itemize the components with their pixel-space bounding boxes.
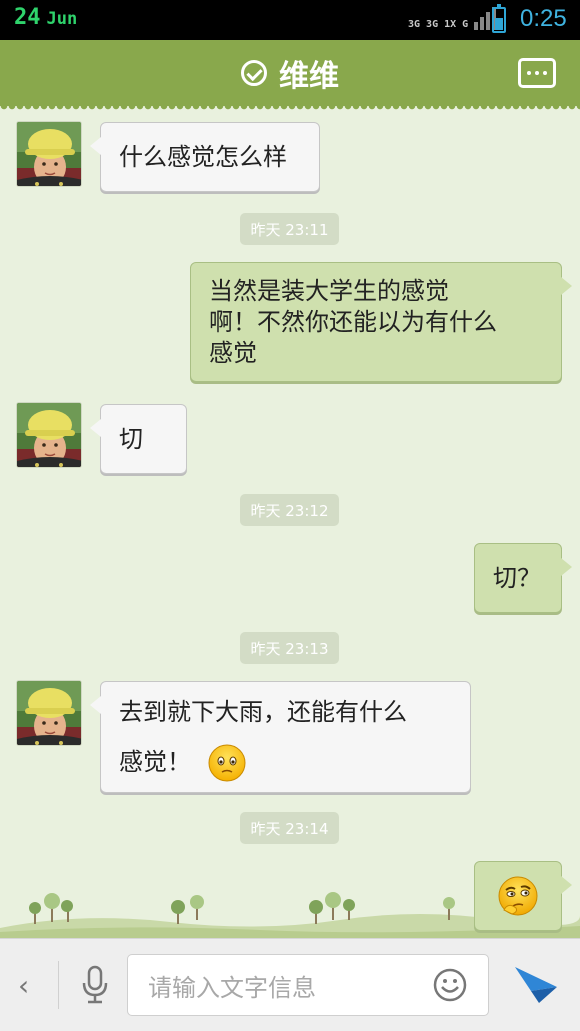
message-line: 感觉 bbox=[209, 338, 257, 367]
dot-icon bbox=[527, 71, 531, 75]
smiley-face-icon[interactable] bbox=[432, 967, 468, 1003]
message-text: 切？ bbox=[493, 563, 541, 592]
network-label: G bbox=[462, 19, 469, 30]
status-date: 24 Jun bbox=[14, 5, 77, 30]
outgoing-message[interactable]: 切？ bbox=[474, 543, 572, 613]
message-input-placeholder: 请输入文字信息 bbox=[148, 973, 316, 1002]
smiley-emoji-icon bbox=[208, 744, 246, 782]
network-label: 3G bbox=[426, 19, 439, 30]
dot-icon bbox=[535, 71, 539, 75]
incoming-message[interactable]: 什么感觉怎么样 bbox=[90, 122, 320, 192]
microphone-icon[interactable] bbox=[80, 965, 110, 1005]
paper-plane-icon[interactable] bbox=[513, 963, 559, 1007]
message-timestamp: 昨天 23:11 bbox=[240, 213, 339, 245]
check-circle-icon bbox=[241, 60, 267, 86]
message-line: 感觉！ bbox=[119, 748, 191, 776]
input-bar: ‹ 请输入文字信息 bbox=[0, 938, 580, 1031]
contact-name: 维维 bbox=[279, 59, 339, 94]
contact-avatar[interactable] bbox=[16, 680, 82, 746]
title-group: 维维 bbox=[0, 40, 580, 106]
divider bbox=[58, 961, 59, 1009]
status-time: 0:25 bbox=[520, 5, 567, 32]
message-timestamp: 昨天 23:12 bbox=[240, 494, 339, 526]
message-text: 什么感觉怎么样 bbox=[119, 142, 287, 171]
contact-avatar[interactable] bbox=[16, 402, 82, 468]
network-label: 1X bbox=[444, 19, 457, 30]
message-text: 切 bbox=[119, 424, 143, 453]
outgoing-message[interactable]: 当然是装大学生的感觉 啊！不然你还能以为有什么 感觉 bbox=[190, 262, 572, 382]
thinking-emoji-icon bbox=[498, 876, 538, 916]
contact-avatar[interactable] bbox=[16, 121, 82, 187]
message-line-with-emoji: 感觉！ bbox=[119, 737, 247, 787]
status-date-month: Jun bbox=[46, 9, 78, 29]
network-label: 3G bbox=[408, 19, 421, 30]
battery-icon bbox=[492, 4, 506, 33]
outgoing-message[interactable] bbox=[474, 861, 572, 931]
message-timestamp: 昨天 23:14 bbox=[240, 812, 339, 844]
network-indicators: 3G 3G 1X G bbox=[408, 6, 497, 30]
battery-level-fill bbox=[495, 17, 503, 30]
message-line: 啊！不然你还能以为有什么 bbox=[209, 307, 497, 336]
message-timestamp: 昨天 23:13 bbox=[240, 632, 339, 664]
title-bar: 维维 bbox=[0, 40, 580, 112]
dot-icon bbox=[543, 71, 547, 75]
message-line: 当然是装大学生的感觉 bbox=[209, 276, 449, 305]
more-options-button[interactable] bbox=[518, 58, 556, 88]
incoming-message[interactable]: 去到就下大雨，还能有什么 感觉！ bbox=[90, 681, 471, 793]
incoming-message[interactable]: 切 bbox=[90, 404, 187, 474]
message-line: 去到就下大雨，还能有什么 bbox=[119, 698, 407, 726]
chevron-left-icon[interactable]: ‹ bbox=[18, 969, 29, 1002]
status-date-day: 24 bbox=[14, 5, 41, 30]
status-bar: 24 Jun 3G 3G 1X G 0:25 bbox=[0, 0, 580, 40]
